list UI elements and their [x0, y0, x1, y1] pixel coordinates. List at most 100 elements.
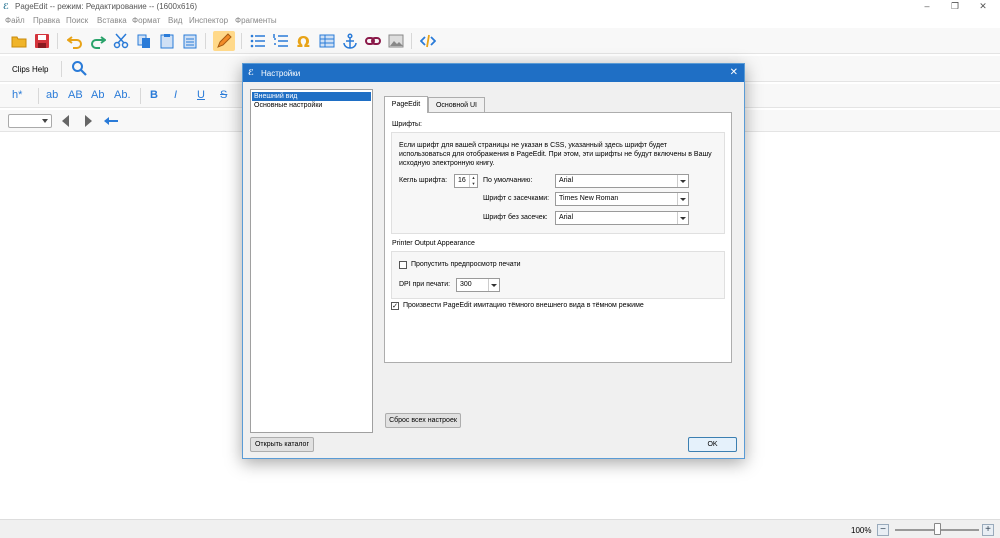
title-bar: ℰ PageEdit -- режим: Редактирование -- (…: [0, 0, 1000, 14]
status-bar: 100% − +: [0, 519, 1000, 538]
dialog-title: Настройки: [261, 69, 301, 78]
serif-font-combo[interactable]: Times New Roman: [555, 192, 689, 206]
bold-button[interactable]: B: [150, 89, 158, 101]
font-size-label: Кегль шрифта:: [399, 177, 448, 184]
zoom-in-button[interactable]: +: [982, 524, 994, 536]
sans-font-value: Arial: [559, 214, 574, 221]
dpi-combo[interactable]: 300: [456, 278, 500, 292]
app-logo-icon: ℰ: [3, 2, 9, 11]
menu-format[interactable]: Формат: [132, 16, 160, 25]
heading-style-select[interactable]: [8, 114, 52, 128]
forward-arrow-icon[interactable]: [79, 112, 97, 130]
settings-category-list[interactable]: Внешний вид Основные настройки: [250, 89, 373, 433]
copy-icon[interactable]: [135, 32, 153, 50]
zoom-level-label: 100%: [851, 526, 872, 535]
fonts-description: Если шрифт для вашей страницы не указан …: [399, 142, 712, 167]
toolbar-separator: [205, 33, 206, 49]
dialog-title-bar: ℰ Настройки ✕: [243, 64, 744, 82]
uppercase-button[interactable]: AB: [68, 89, 83, 101]
default-font-combo[interactable]: Arial: [555, 174, 689, 188]
chevron-down-icon: [677, 175, 688, 187]
image-icon[interactable]: [387, 32, 405, 50]
font-size-value: 16: [458, 177, 466, 184]
underline-button[interactable]: U: [197, 89, 205, 101]
code-view-icon[interactable]: [419, 32, 437, 50]
close-window-icon[interactable]: ✕: [976, 1, 990, 12]
redo-icon[interactable]: [89, 32, 107, 50]
italic-button[interactable]: I: [174, 89, 177, 101]
omega-special-char-icon[interactable]: Ω: [295, 32, 313, 50]
printer-section-label: Printer Output Appearance: [392, 240, 475, 247]
menu-view[interactable]: Вид: [168, 16, 182, 25]
menu-file[interactable]: Файл: [5, 16, 25, 25]
main-toolbar: Ω: [0, 28, 1000, 54]
chevron-down-icon: [677, 193, 688, 205]
titlecase-button[interactable]: Ab: [91, 89, 104, 101]
open-catalog-button[interactable]: Открыть каталог: [250, 437, 314, 452]
clips-help-button[interactable]: Clips Help: [12, 65, 48, 74]
menu-inspector[interactable]: Инспектор: [189, 16, 228, 25]
app-logo-icon: ℰ: [248, 68, 254, 77]
default-font-label: По умолчанию:: [483, 177, 533, 184]
toolbar-separator: [38, 88, 39, 104]
paste-special-icon[interactable]: [181, 32, 199, 50]
list-item-appearance[interactable]: Внешний вид: [252, 92, 371, 101]
serif-font-label: Шрифт с засечками:: [483, 195, 550, 202]
zoom-slider-thumb[interactable]: [933, 523, 941, 535]
toolbar-separator: [57, 33, 58, 49]
chevron-down-icon: [488, 279, 499, 291]
font-size-spinbox[interactable]: 16 ▲ ▼: [454, 174, 478, 188]
fonts-group: Если шрифт для вашей страницы не указан …: [391, 132, 725, 234]
skip-preview-checkbox[interactable]: [399, 261, 407, 269]
toolbar-separator: [411, 33, 412, 49]
list-item-general-settings[interactable]: Основные настройки: [252, 101, 371, 110]
sans-font-label: Шрифт без засечек:: [483, 214, 548, 221]
chevron-down-icon: [677, 212, 688, 224]
lowercase-button[interactable]: ab: [46, 89, 58, 101]
search-icon[interactable]: [70, 59, 88, 77]
default-font-value: Arial: [559, 177, 574, 184]
heading-button[interactable]: h*: [12, 89, 22, 101]
anchor-icon[interactable]: [341, 32, 359, 50]
spin-arrows-icon[interactable]: ▲ ▼: [469, 175, 477, 187]
undo-icon[interactable]: [66, 32, 84, 50]
menu-clips[interactable]: Фрагменты: [235, 16, 277, 25]
fonts-section-label: Шрифты:: [392, 121, 423, 128]
close-icon[interactable]: ✕: [730, 67, 738, 78]
toolbar-separator: [140, 88, 141, 104]
return-arrow-icon[interactable]: [102, 112, 120, 130]
settings-dialog: ℰ Настройки ✕ Внешний вид Основные настр…: [242, 63, 745, 459]
edit-pencil-icon[interactable]: [213, 31, 235, 51]
save-icon[interactable]: [33, 32, 51, 50]
menu-insert[interactable]: Вставка: [97, 16, 127, 25]
printer-group: Пропустить предпросмотр печати DPI при п…: [391, 251, 725, 299]
minimize-icon[interactable]: –: [920, 1, 934, 11]
zoom-out-button[interactable]: −: [877, 524, 889, 536]
dpi-label: DPI при печати:: [399, 281, 451, 288]
numbered-list-icon[interactable]: [272, 32, 290, 50]
back-arrow-icon[interactable]: [57, 112, 75, 130]
link-icon[interactable]: [364, 32, 382, 50]
open-folder-icon[interactable]: [10, 32, 28, 50]
ok-button[interactable]: OK: [688, 437, 737, 452]
tab-pageedit[interactable]: PageEdit: [384, 96, 428, 113]
dark-mode-checkbox[interactable]: ✓: [391, 302, 399, 310]
dpi-value: 300: [460, 281, 472, 288]
bullet-list-icon[interactable]: [249, 32, 267, 50]
tab-main-ui[interactable]: Основной UI: [428, 97, 485, 112]
toolbar-separator: [241, 33, 242, 49]
maximize-icon[interactable]: ❐: [948, 1, 962, 12]
cut-icon[interactable]: [112, 32, 130, 50]
paste-icon[interactable]: [158, 32, 176, 50]
sans-font-combo[interactable]: Arial: [555, 211, 689, 225]
reset-all-settings-button[interactable]: Сброс всех настроек: [385, 413, 461, 428]
tab-panel-pageedit: Шрифты: Если шрифт для вашей страницы не…: [384, 112, 732, 363]
menu-bar: Файл Правка Поиск Вставка Формат Вид Инс…: [0, 14, 1000, 27]
menu-search[interactable]: Поиск: [66, 16, 88, 25]
toolbar-separator: [61, 61, 62, 77]
menu-edit[interactable]: Правка: [33, 16, 60, 25]
strikethrough-button[interactable]: S: [220, 89, 227, 101]
insert-table-icon[interactable]: [318, 32, 336, 50]
sentencecase-button[interactable]: Ab.: [114, 89, 131, 101]
svg-text:Ω: Ω: [297, 33, 310, 49]
